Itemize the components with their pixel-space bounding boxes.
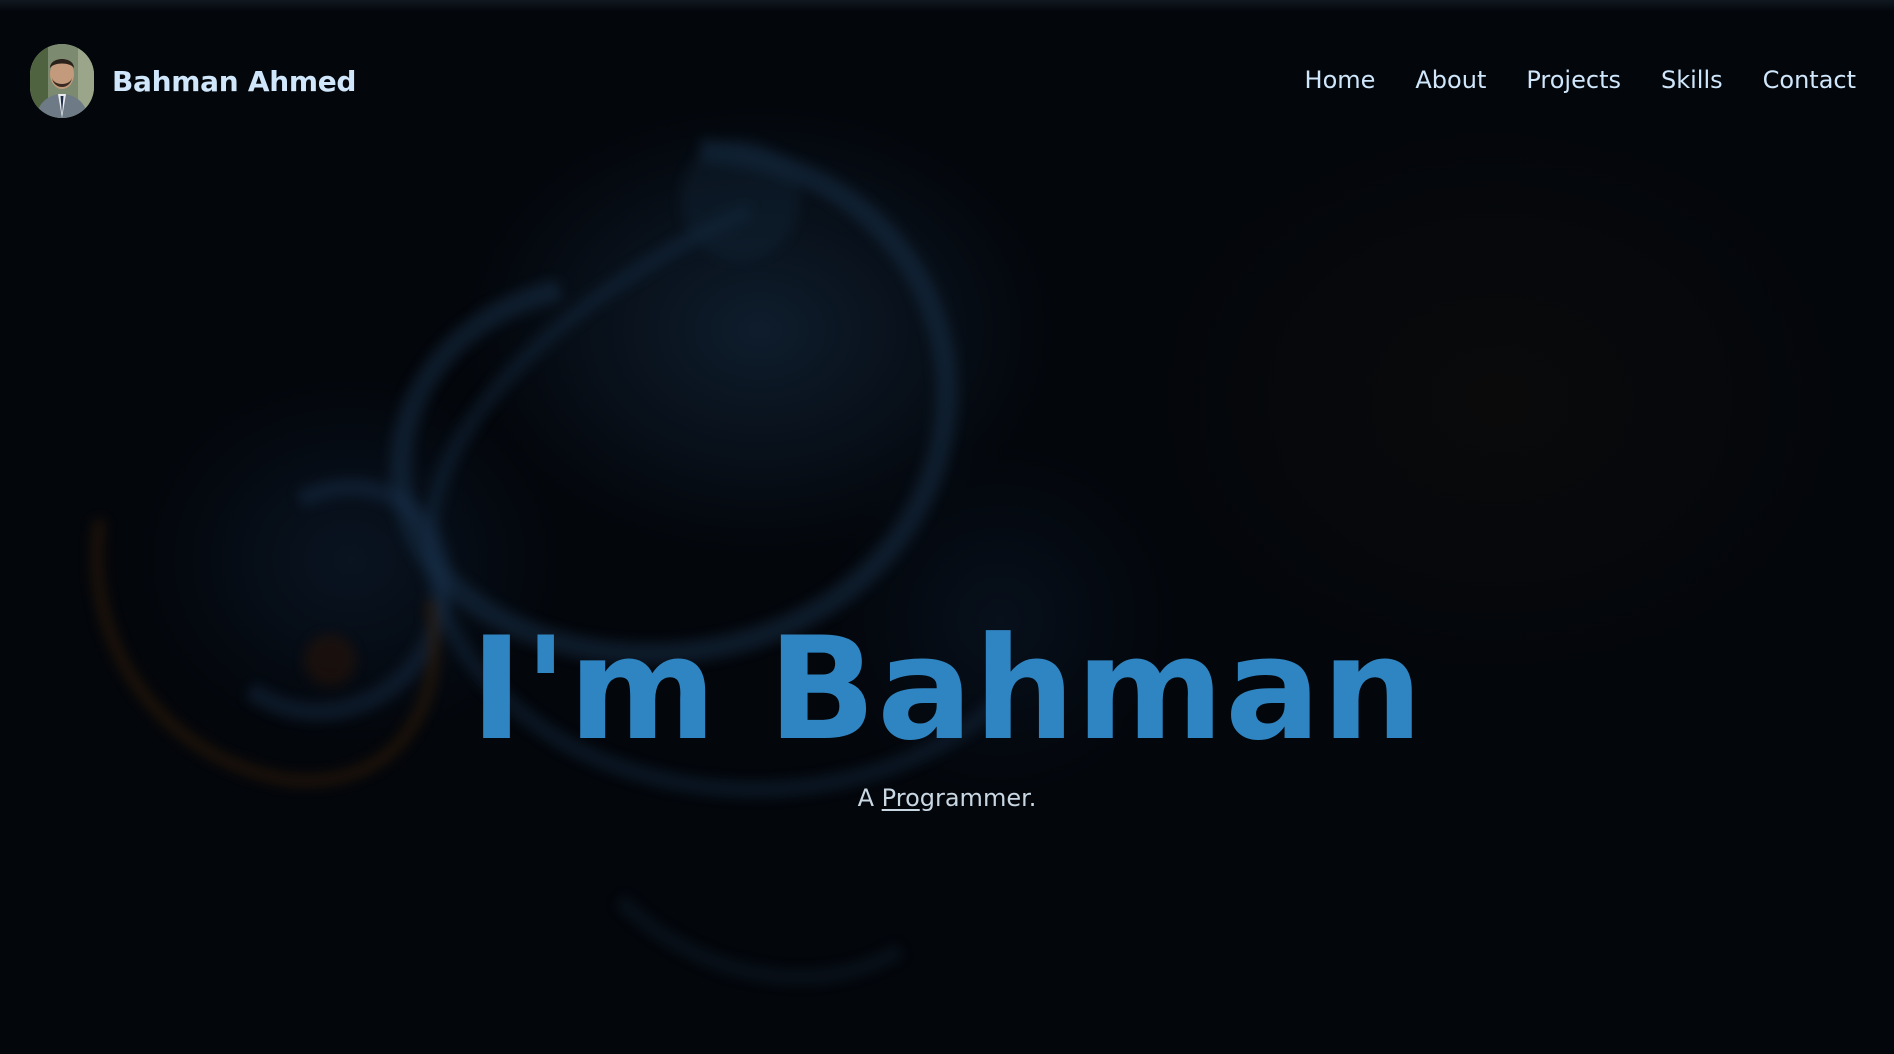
avatar (30, 44, 94, 118)
nav-item-projects[interactable]: Projects (1526, 66, 1621, 94)
hero-subtitle: A Programmer. (0, 784, 1894, 812)
hero-subtitle-typed: Pro (881, 784, 920, 812)
nav-item-skills[interactable]: Skills (1661, 66, 1723, 94)
hero-subtitle-prefix: A (857, 784, 882, 812)
hero-subtitle-rest: grammer. (919, 784, 1037, 812)
top-edge-shade (0, 0, 1894, 12)
hero-page: Bahman Ahmed Home About Projects Skills … (0, 0, 1894, 1054)
nav-item-home[interactable]: Home (1305, 66, 1376, 94)
main-nav: Home About Projects Skills Contact (1305, 66, 1856, 94)
avatar-photo-icon (30, 44, 94, 118)
nav-item-about[interactable]: About (1415, 66, 1486, 94)
brand[interactable]: Bahman Ahmed (30, 44, 356, 118)
brand-name[interactable]: Bahman Ahmed (112, 65, 356, 98)
background-swirl-image (90, 139, 1006, 985)
hero-title: I'm Bahman (470, 607, 1424, 772)
nav-item-contact[interactable]: Contact (1763, 66, 1856, 94)
hero-section: I'm Bahman A Programmer. (0, 607, 1894, 813)
